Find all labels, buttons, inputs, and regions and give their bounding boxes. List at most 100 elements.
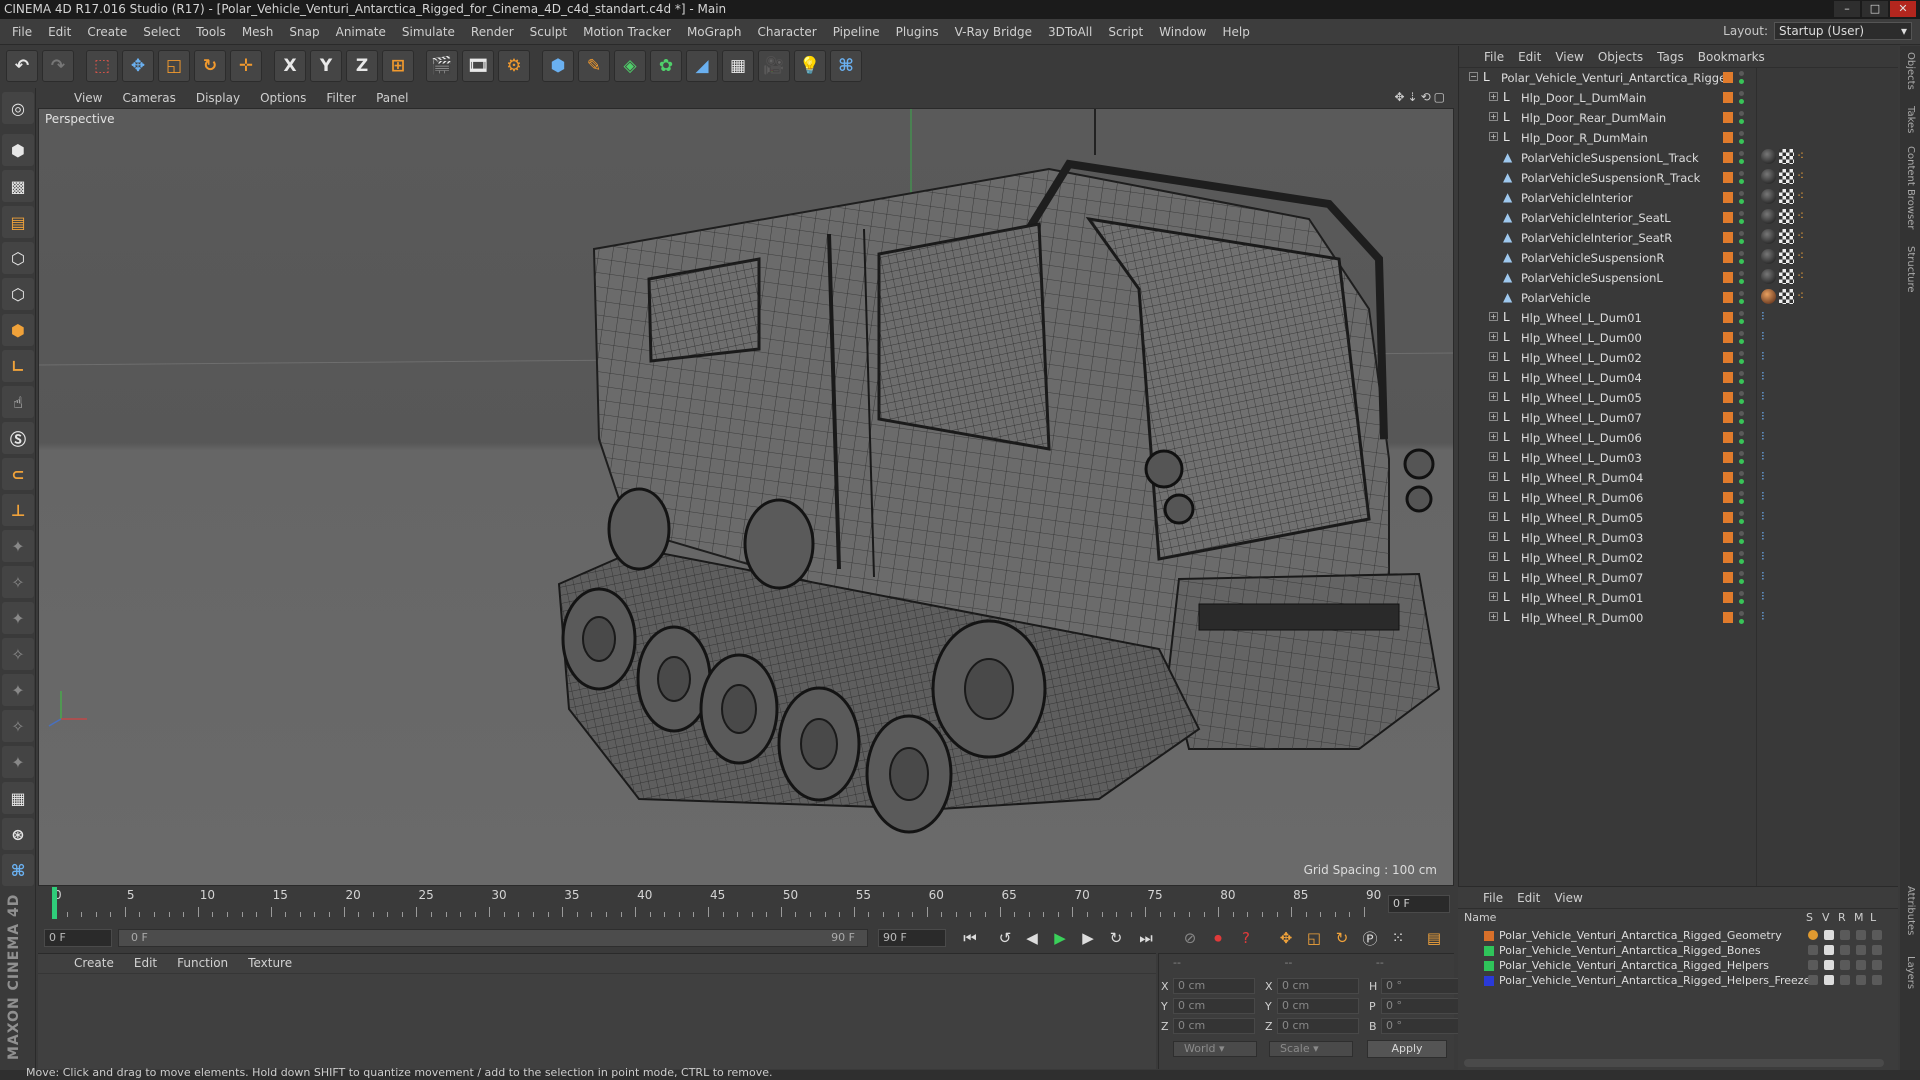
- visibility-dots[interactable]: [1739, 191, 1745, 205]
- visibility-dots[interactable]: [1739, 551, 1745, 565]
- layer-color-swatch[interactable]: [1723, 92, 1733, 103]
- visibility-dots[interactable]: [1739, 591, 1745, 605]
- visibility-dots[interactable]: [1739, 351, 1745, 365]
- menu-mograph[interactable]: MoGraph: [679, 25, 750, 39]
- object-row[interactable]: +▲PolarVehicleInterior_SeatL⁖: [1459, 208, 1899, 228]
- layer-row[interactable]: Polar_Vehicle_Venturi_Antarctica_Rigged_…: [1458, 944, 1898, 959]
- layer-manager-toggle[interactable]: [1856, 960, 1866, 970]
- key-scale-button[interactable]: ◱: [1302, 926, 1326, 950]
- menu-mesh[interactable]: Mesh: [234, 25, 282, 39]
- autokey-button[interactable]: ?: [1234, 926, 1258, 950]
- menu-motion-tracker[interactable]: Motion Tracker: [575, 25, 679, 39]
- rig-tag-icon[interactable]: ⁝: [1761, 509, 1776, 524]
- minimize-button[interactable]: –: [1834, 1, 1860, 17]
- object-row[interactable]: + L Hlp_Wheel_R_Dum05 ⁝: [1459, 508, 1899, 528]
- layer-color-swatch[interactable]: [1484, 946, 1494, 956]
- subdivision-surface-button[interactable]: ◈: [614, 50, 646, 82]
- layer-locked-toggle[interactable]: [1872, 945, 1882, 955]
- visibility-dots[interactable]: [1739, 311, 1745, 325]
- menu-create[interactable]: Create: [79, 25, 135, 39]
- menu-select[interactable]: Select: [135, 25, 188, 39]
- object-row[interactable]: + L Hlp_Door_Rear_DumMain: [1459, 108, 1899, 128]
- right-tab-attributes[interactable]: Attributes: [1905, 886, 1916, 935]
- layer-color-swatch[interactable]: [1723, 212, 1733, 223]
- brush-tool-6-button[interactable]: ✧: [2, 710, 34, 742]
- brush-tool-2-button[interactable]: ✧: [2, 566, 34, 598]
- axis-x-button[interactable]: X: [274, 50, 306, 82]
- layer-view-toggle[interactable]: [1824, 945, 1834, 955]
- rig-tag-icon[interactable]: ⁝: [1761, 469, 1776, 484]
- material-tag-icon[interactable]: [1761, 229, 1776, 244]
- material-tag-icon[interactable]: [1761, 249, 1776, 264]
- layer-color-swatch[interactable]: [1723, 232, 1733, 243]
- object-row[interactable]: + L Hlp_Wheel_R_Dum02 ⁝: [1459, 548, 1899, 568]
- deformer-button[interactable]: ◢: [686, 50, 718, 82]
- layer-row[interactable]: Polar_Vehicle_Venturi_Antarctica_Rigged_…: [1458, 959, 1898, 974]
- expand-icon[interactable]: +: [1489, 612, 1498, 621]
- render-settings-button[interactable]: ⚙: [498, 50, 530, 82]
- layer-color-swatch[interactable]: [1723, 72, 1733, 83]
- menu-help[interactable]: Help: [1214, 25, 1257, 39]
- expand-icon[interactable]: +: [1489, 112, 1498, 121]
- visibility-dots[interactable]: [1739, 531, 1745, 545]
- visibility-dots[interactable]: [1739, 391, 1745, 405]
- expand-icon[interactable]: +: [1489, 492, 1498, 501]
- go-to-start-button[interactable]: ⏮: [958, 926, 982, 950]
- viewport-perspective[interactable]: Perspective Grid Spacing: 100 cm: [38, 108, 1454, 886]
- visibility-dots[interactable]: [1739, 171, 1745, 185]
- viewport-menu-display[interactable]: Display: [188, 91, 248, 105]
- object-row[interactable]: +▲PolarVehicleSuspensionL_Track⁖: [1459, 148, 1899, 168]
- expand-icon[interactable]: +: [1489, 372, 1498, 381]
- layer-solo-toggle[interactable]: [1808, 960, 1818, 970]
- expand-icon[interactable]: +: [1489, 392, 1498, 401]
- layer-color-swatch[interactable]: [1723, 452, 1733, 463]
- collapse-icon[interactable]: −: [1469, 72, 1478, 81]
- selection-tag-icon[interactable]: ⁖: [1797, 249, 1812, 264]
- layer-color-swatch[interactable]: [1723, 192, 1733, 203]
- material-tag-icon[interactable]: [1761, 289, 1776, 304]
- rig-tag-icon[interactable]: ⁝: [1761, 309, 1776, 324]
- rig-tag-icon[interactable]: ⁝: [1761, 489, 1776, 504]
- timeline-window-button[interactable]: ▤: [1422, 926, 1446, 950]
- layer-color-swatch[interactable]: [1484, 961, 1494, 971]
- object-row[interactable]: +▲PolarVehicleSuspensionR_Track⁖: [1459, 168, 1899, 188]
- tweak-mode-button[interactable]: ☝: [2, 386, 34, 418]
- preview-range-slider[interactable]: 0 F 90 F: [118, 929, 868, 947]
- material-tag-icon[interactable]: [1761, 189, 1776, 204]
- object-row[interactable]: + L Hlp_Wheel_L_Dum06 ⁝: [1459, 428, 1899, 448]
- live-selection-button[interactable]: ⬚: [86, 50, 118, 82]
- magnet-button[interactable]: ⊂: [2, 458, 34, 490]
- visibility-dots[interactable]: [1739, 231, 1745, 245]
- brush-tool-5-button[interactable]: ✦: [2, 674, 34, 706]
- visibility-dots[interactable]: [1739, 611, 1745, 625]
- menu-3dtoall[interactable]: 3DToAll: [1040, 25, 1100, 39]
- rig-tag-icon[interactable]: ⁝: [1761, 349, 1776, 364]
- render-picture-viewer-button[interactable]: 🎞: [462, 50, 494, 82]
- layer-view-toggle[interactable]: [1824, 960, 1834, 970]
- layer-menu-file[interactable]: File: [1476, 891, 1510, 905]
- selection-tag-icon[interactable]: ⁖: [1797, 269, 1812, 284]
- layer-locked-toggle[interactable]: [1872, 960, 1882, 970]
- object-menu-view[interactable]: View: [1548, 50, 1590, 64]
- scale-tool-button[interactable]: ◱: [158, 50, 190, 82]
- brush-tool-1-button[interactable]: ✦: [2, 530, 34, 562]
- layer-render-toggle[interactable]: [1840, 945, 1850, 955]
- expand-icon[interactable]: +: [1489, 332, 1498, 341]
- uvw-tag-icon[interactable]: [1779, 269, 1794, 284]
- uvw-tag-icon[interactable]: [1779, 229, 1794, 244]
- apply-button[interactable]: Apply: [1367, 1040, 1447, 1058]
- material-menu-function[interactable]: Function: [169, 956, 236, 973]
- menu-edit[interactable]: Edit: [40, 25, 79, 39]
- object-row[interactable]: + L Hlp_Wheel_R_Dum00 ⁝: [1459, 608, 1899, 628]
- uvw-tag-icon[interactable]: [1779, 209, 1794, 224]
- object-row[interactable]: +▲PolarVehicleSuspensionR⁖: [1459, 248, 1899, 268]
- brush-tool-4-button[interactable]: ✧: [2, 638, 34, 670]
- layer-horizontal-scrollbar[interactable]: [1464, 1059, 1884, 1067]
- playhead[interactable]: [52, 887, 57, 919]
- floor-object-button[interactable]: ▦: [722, 50, 754, 82]
- rig-tag-icon[interactable]: ⁝: [1761, 549, 1776, 564]
- visibility-dots[interactable]: [1739, 511, 1745, 525]
- object-menu-bookmarks[interactable]: Bookmarks: [1691, 50, 1772, 64]
- rig-tag-icon[interactable]: ⁝: [1761, 569, 1776, 584]
- expand-icon[interactable]: +: [1489, 552, 1498, 561]
